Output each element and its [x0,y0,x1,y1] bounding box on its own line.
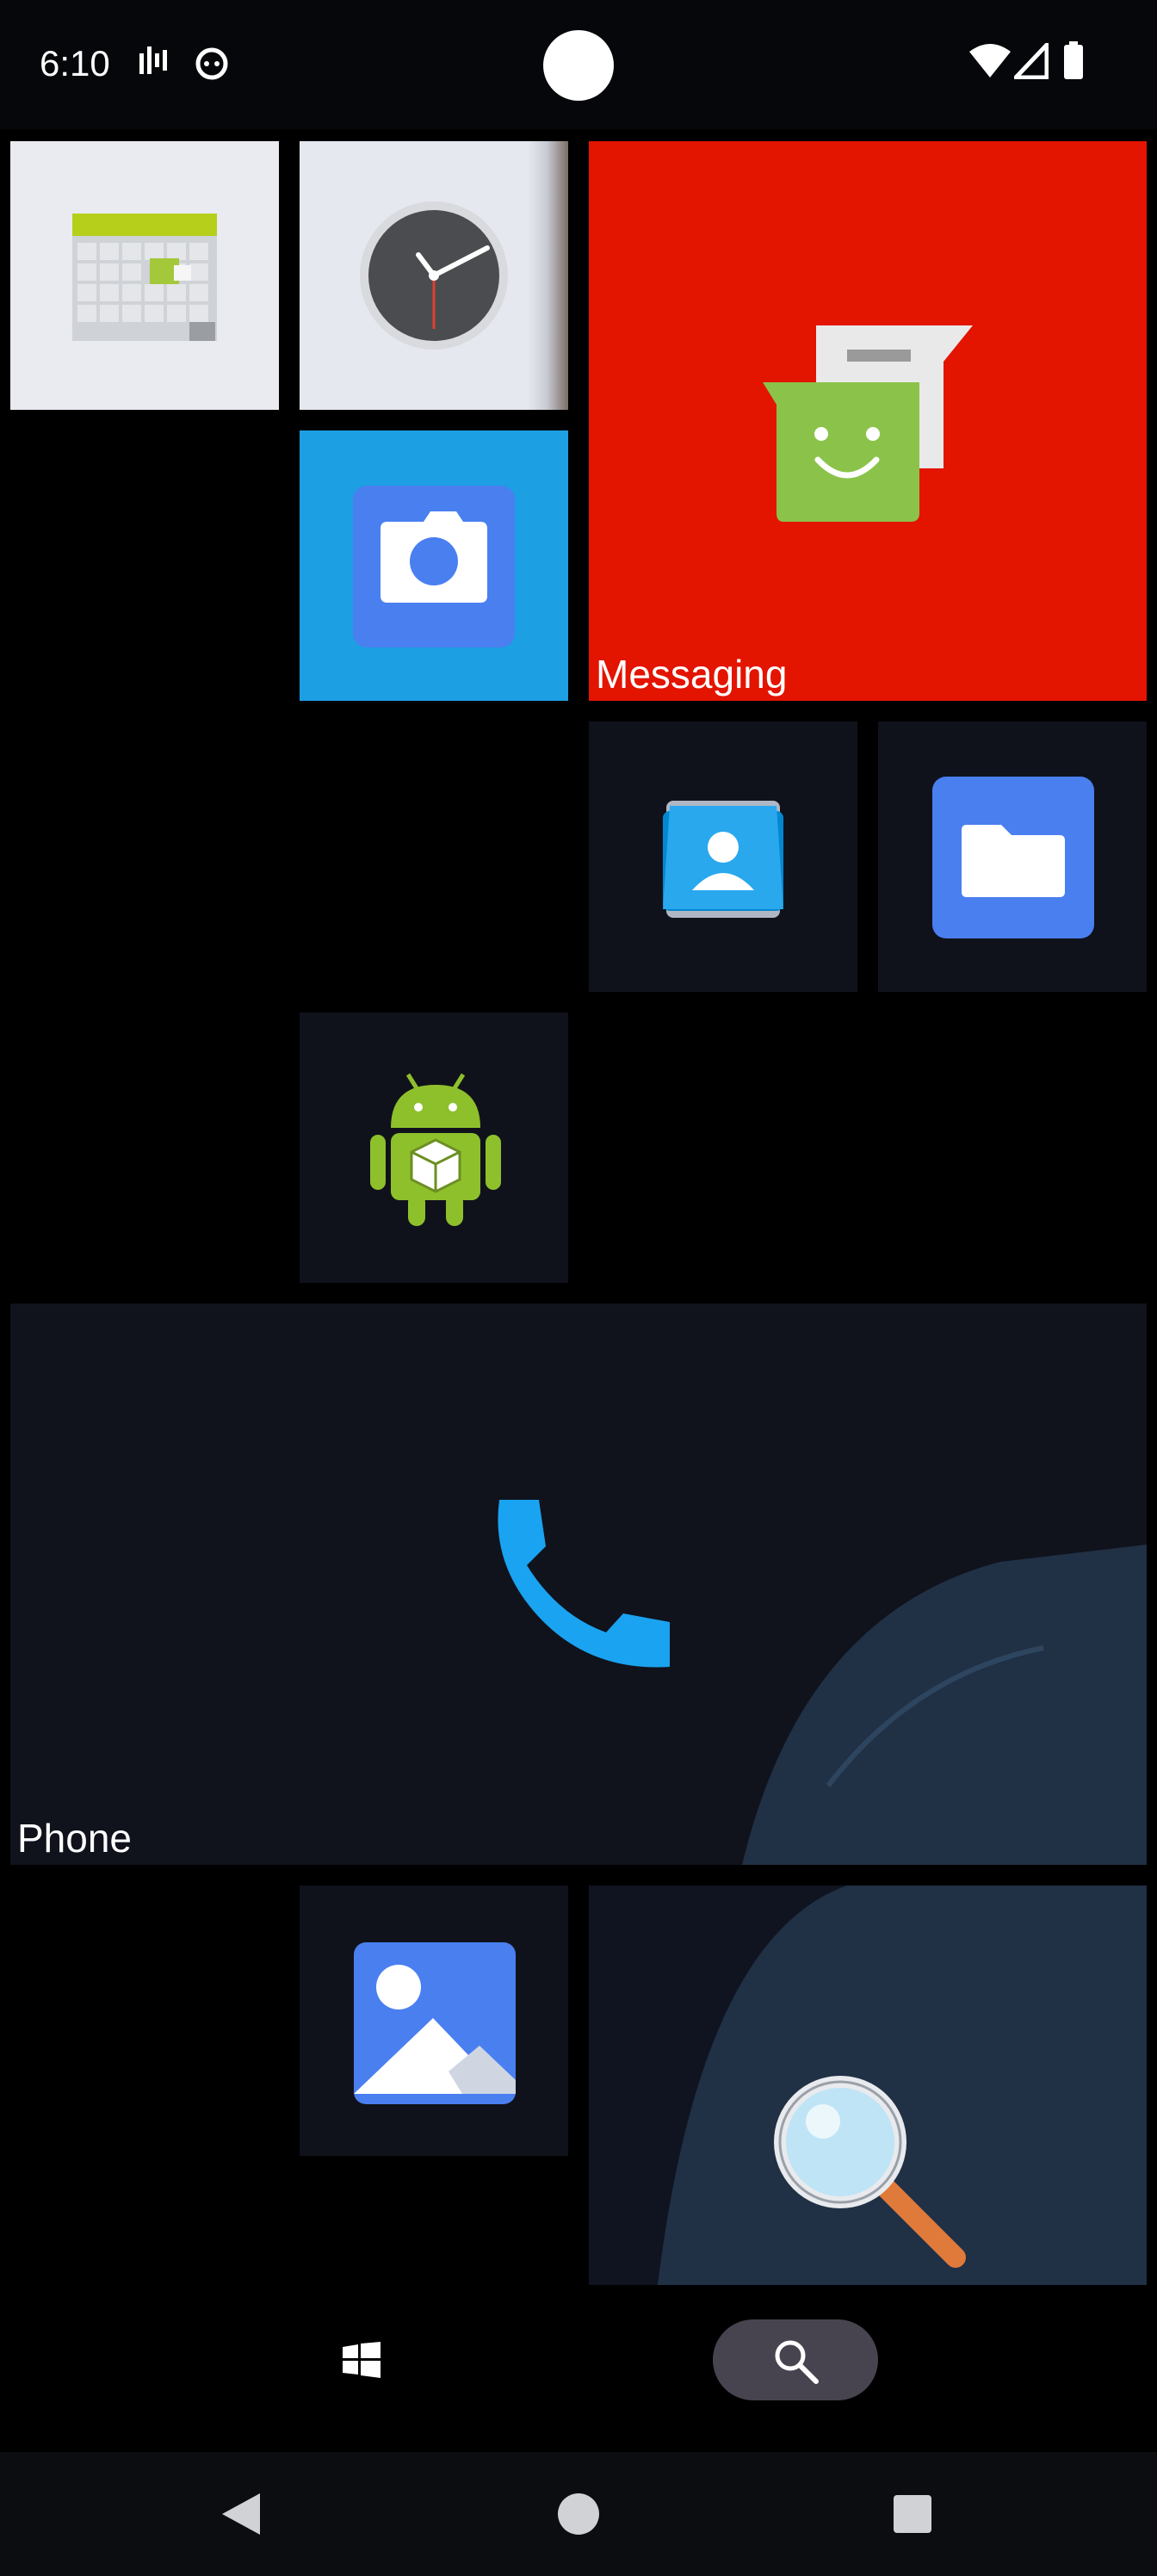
clock-icon [358,200,510,356]
tile-gallery[interactable] [300,1886,568,2156]
contacts-icon [658,794,789,929]
folder-icon [932,777,1094,943]
tile-phone-label: Phone [17,1816,133,1861]
tile-android-app[interactable] [300,1012,568,1283]
camera-icon [353,486,515,652]
tile-messaging[interactable]: Messaging [589,141,1147,701]
search-icon [773,2338,820,2389]
tile-camera[interactable] [300,430,568,701]
home-icon[interactable] [556,2492,601,2541]
tile-calendar[interactable] [10,141,279,410]
calendar-icon [71,214,219,347]
messaging-icon [763,322,973,533]
back-icon[interactable] [219,2492,262,2541]
navigation-bar [0,2452,1157,2576]
signal-bars-icon [138,45,172,87]
windows-logo-icon[interactable] [343,2342,381,2382]
status-time: 6:10 [40,43,110,84]
tile-contacts[interactable] [589,721,857,992]
battery-icon [1062,41,1085,85]
tile-messaging-label: Messaging [596,652,788,697]
android-package-icon [367,1068,504,1232]
tile-clock[interactable] [300,141,568,410]
phone-icon [486,1495,675,1680]
notification-face-icon [193,45,231,87]
taskbar [0,2290,1157,2428]
tile-files[interactable] [878,721,1147,992]
cellular-icon [1011,39,1049,84]
recents-icon[interactable] [892,2493,933,2539]
gallery-icon [354,1942,516,2108]
tile-phone[interactable]: Phone [10,1303,1147,1865]
camera-cutout [543,30,614,101]
wifi-icon [968,41,1012,84]
phone-screen: 6:10 Messaging Phone [0,0,1157,2576]
status-bar: 6:10 [0,0,1157,129]
magnifier-icon [771,2073,969,2276]
search-button[interactable] [713,2319,878,2400]
tile-search[interactable] [589,1886,1147,2285]
